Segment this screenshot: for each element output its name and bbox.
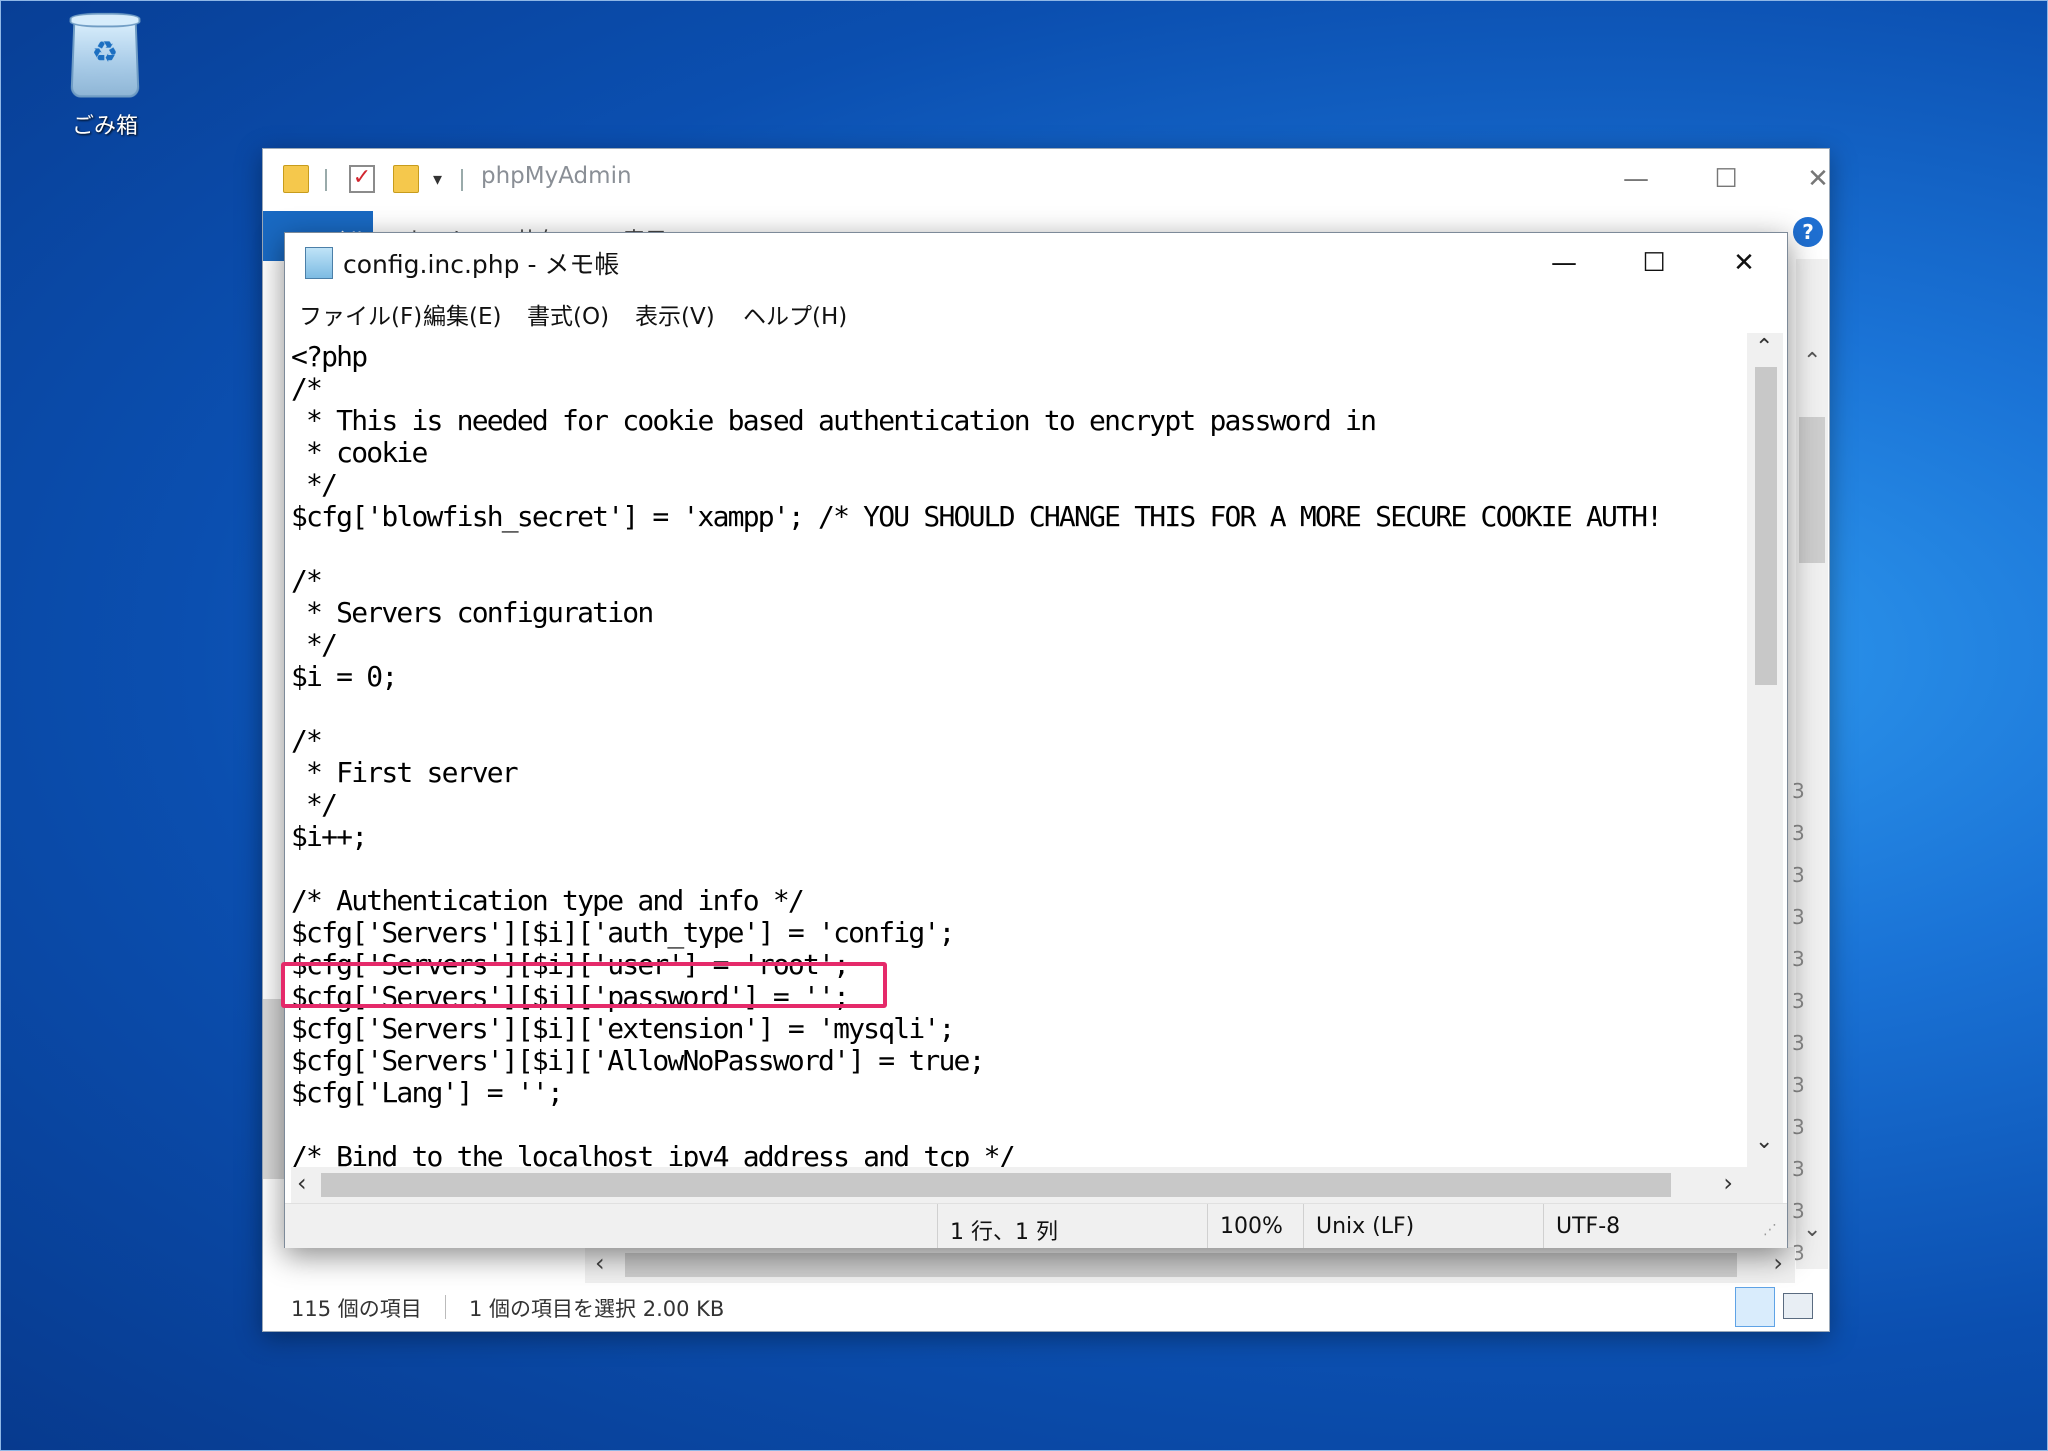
explorer-title: phpMyAdmin	[481, 163, 632, 189]
explorer-minimize-button[interactable]: —	[1601, 159, 1671, 199]
password-line-highlight	[281, 962, 887, 1008]
scroll-right-icon[interactable]: ›	[1773, 1249, 1783, 1277]
notepad-minimize-button[interactable]: —	[1529, 243, 1599, 283]
properties-icon[interactable]: ✓	[349, 165, 375, 193]
new-folder-icon[interactable]	[393, 165, 419, 193]
menu-view[interactable]: 表示(V)	[635, 297, 715, 331]
encoding: UTF-8	[1543, 1204, 1743, 1248]
scroll-down-icon[interactable]: ⌄	[1755, 1129, 1773, 1154]
scroll-left-icon[interactable]: ‹	[297, 1169, 307, 1197]
explorer-statusbar: 115 個の項目 1 個の項目を選択 2.00 KB	[263, 1285, 1829, 1329]
scroll-up-icon[interactable]: ⌃	[1755, 335, 1773, 360]
resize-grip-icon[interactable]: ⋰	[1763, 1222, 1781, 1240]
recycle-bin[interactable]: ♻ ごみ箱	[52, 18, 158, 140]
scroll-right-icon[interactable]: ›	[1723, 1169, 1733, 1197]
text-editor[interactable]: <?php /* * This is needed for cookie bas…	[291, 333, 1747, 1167]
explorer-file-list-edge: 3 3 3 3 3 3 3 3 3 3 3 3	[1792, 259, 1828, 1269]
notepad-maximize-button[interactable]: ☐	[1619, 243, 1689, 283]
list-item: 3	[1792, 1157, 1805, 1181]
menu-format[interactable]: 書式(O)	[527, 297, 609, 331]
notepad-horizontal-scrollbar[interactable]: ‹ ›	[291, 1167, 1747, 1203]
notepad-horizontal-scrollbar-thumb[interactable]	[321, 1173, 1671, 1197]
list-item: 3	[1792, 779, 1805, 803]
cursor-position: 1 行、1 列	[937, 1204, 1207, 1248]
explorer-horizontal-scrollbar-thumb[interactable]	[625, 1253, 1737, 1277]
customize-toolbar-icon[interactable]: ▾	[433, 169, 442, 199]
separator	[461, 169, 463, 191]
list-item: 3	[1792, 863, 1805, 887]
explorer-titlebar: ✓ ▾ phpMyAdmin — ☐ ✕	[263, 149, 1829, 211]
list-item: 3	[1792, 821, 1805, 845]
menu-edit[interactable]: 編集(E)	[423, 297, 501, 331]
item-count: 115 個の項目	[291, 1297, 422, 1321]
selection-info: 1 個の項目を選択 2.00 KB	[469, 1297, 725, 1321]
scrollbar-corner	[1747, 1167, 1783, 1203]
list-item: 3	[1792, 1073, 1805, 1097]
notepad-close-button[interactable]: ✕	[1709, 243, 1779, 283]
menu-help[interactable]: ヘルプ(H)	[743, 297, 847, 331]
folder-icon	[283, 165, 309, 193]
notepad-menubar: ファイル(F) 編集(E) 書式(O) 表示(V) ヘルプ(H)	[285, 291, 1787, 333]
list-item: 3	[1792, 1031, 1805, 1055]
recycle-bin-label: ごみ箱	[71, 114, 138, 139]
separator	[445, 1295, 446, 1319]
notepad-title: config.inc.php - メモ帳	[343, 250, 620, 279]
zoom-level: 100%	[1207, 1204, 1303, 1248]
notepad-statusbar: 1 行、1 列 100% Unix (LF) UTF-8 ⋰	[285, 1203, 1787, 1248]
scroll-left-icon[interactable]: ‹	[595, 1249, 605, 1277]
notepad-icon	[305, 247, 333, 279]
explorer-maximize-button[interactable]: ☐	[1691, 159, 1761, 199]
list-item: 3	[1792, 905, 1805, 929]
explorer-vertical-scrollbar-thumb[interactable]	[1799, 417, 1825, 563]
notepad-titlebar: config.inc.php - メモ帳 — ☐ ✕	[285, 233, 1787, 291]
notepad-window: config.inc.php - メモ帳 — ☐ ✕ ファイル(F) 編集(E)…	[284, 232, 1788, 1248]
list-item: 3	[1792, 947, 1805, 971]
line-ending: Unix (LF)	[1303, 1204, 1543, 1248]
help-icon[interactable]: ?	[1793, 217, 1823, 247]
list-item: 3	[1792, 989, 1805, 1013]
large-icons-view-icon[interactable]	[1783, 1293, 1813, 1319]
recycle-symbol-icon: ♻	[91, 35, 119, 71]
list-item: 3	[1792, 1115, 1805, 1139]
explorer-scroll-down-icon[interactable]: ⌄	[1803, 1217, 1821, 1242]
explorer-scroll-up-icon[interactable]: ⌃	[1803, 349, 1821, 374]
editor-content[interactable]: <?php /* * This is needed for cookie bas…	[291, 333, 1747, 1168]
separator	[325, 169, 327, 191]
explorer-close-button[interactable]: ✕	[1783, 159, 1853, 199]
recycle-bin-icon: ♻	[70, 20, 140, 98]
menu-file[interactable]: ファイル(F)	[299, 297, 422, 331]
notepad-vertical-scrollbar-thumb[interactable]	[1755, 367, 1777, 685]
details-view-icon[interactable]	[1735, 1287, 1775, 1327]
explorer-horizontal-scrollbar[interactable]: ‹ ›	[585, 1247, 1795, 1283]
notepad-vertical-scrollbar[interactable]: ⌃ ⌄	[1747, 333, 1783, 1167]
